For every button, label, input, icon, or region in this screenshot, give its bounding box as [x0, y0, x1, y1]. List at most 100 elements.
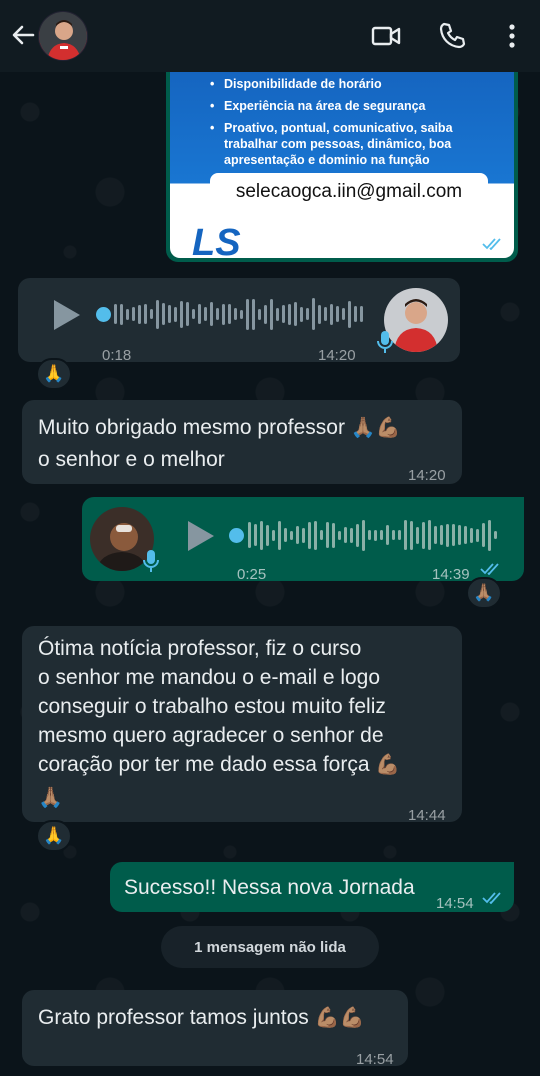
- waveform-bar: [342, 308, 345, 320]
- audio-progress-handle[interactable]: [96, 307, 111, 322]
- read-ticks-icon: [482, 892, 501, 904]
- waveform-bar: [180, 300, 183, 328]
- waveform-bar: [126, 308, 129, 320]
- waveform-bar: [114, 304, 117, 324]
- waveform-bar: [120, 303, 123, 325]
- waveform-bar: [320, 530, 323, 540]
- waveform-bar: [360, 306, 363, 322]
- play-icon[interactable]: [54, 300, 80, 330]
- flyer-bullet: Experiência na área de segurança: [210, 98, 460, 114]
- waveform-bar: [198, 304, 201, 324]
- message-incoming: Grato professor tamos juntos 💪🏽💪🏽 14:54: [22, 990, 408, 1068]
- waveform-bar: [324, 307, 327, 321]
- audio-message-incoming: 0:18 14:20: [18, 278, 460, 364]
- waveform-bar: [138, 304, 141, 324]
- waveform-bar: [344, 527, 347, 543]
- job-flyer-image[interactable]: Disponibilidade de horário Experiência n…: [170, 72, 514, 258]
- waveform-bar: [276, 307, 279, 321]
- waveform-bar: [434, 526, 437, 544]
- flyer-email: selecaogca.iin@gmail.com: [210, 173, 488, 211]
- mic-icon: [143, 550, 159, 572]
- image-message[interactable]: Disponibilidade de horário Experiência n…: [166, 72, 518, 262]
- phone-icon[interactable]: [436, 20, 468, 52]
- chat-header: [0, 0, 540, 72]
- audio-waveform[interactable]: [114, 297, 363, 331]
- waveform-bar: [132, 307, 135, 321]
- message-time: 14:39: [432, 566, 470, 583]
- waveform-bar: [204, 307, 207, 321]
- waveform-bar: [458, 525, 461, 545]
- flyer-bullet: Proativo, pontual, comunicativo, saiba t…: [210, 120, 460, 168]
- unread-messages-banner: 1 mensagem não lida: [161, 926, 379, 968]
- waveform-bar: [162, 303, 165, 325]
- waveform-bar: [308, 521, 311, 549]
- contact-avatar[interactable]: [38, 11, 88, 61]
- emoji-text: 🙏🏽💪🏽: [350, 417, 401, 439]
- message-time: 14:20: [318, 347, 356, 364]
- waveform-bar: [350, 527, 353, 543]
- waveform-bar: [290, 530, 293, 540]
- waveform-bar: [260, 520, 263, 550]
- message-text: mesmo quero agradecer o senhor de: [38, 724, 384, 747]
- waveform-bar: [144, 304, 147, 324]
- waveform-bar: [150, 309, 153, 319]
- waveform-bar: [284, 528, 287, 542]
- waveform-bar: [270, 298, 273, 330]
- read-ticks-icon: [480, 563, 499, 575]
- waveform-bar: [482, 523, 485, 547]
- emoji-text: 🙏🏽: [38, 787, 63, 809]
- waveform-bar: [452, 524, 455, 546]
- waveform-bar: [362, 519, 365, 551]
- back-arrow-icon[interactable]: [8, 20, 38, 50]
- waveform-bar: [254, 524, 257, 546]
- waveform-bar: [348, 300, 351, 328]
- flyer-requirements: Disponibilidade de horário Experiência n…: [210, 76, 460, 174]
- flyer-logo: LS: [192, 222, 241, 258]
- waveform-bar: [264, 304, 267, 324]
- waveform-bar: [392, 530, 395, 540]
- waveform-bar: [314, 520, 317, 550]
- message-outgoing: Sucesso!! Nessa nova Jornada 14:54: [110, 862, 514, 912]
- message-time: 14:20: [408, 467, 446, 484]
- message-time: 14:44: [408, 807, 446, 824]
- reaction-badge[interactable]: 🙏🏽: [466, 577, 502, 609]
- message-text: conseguir o trabalho estou muito feliz: [38, 695, 386, 718]
- waveform-bar: [302, 527, 305, 543]
- waveform-bar: [494, 531, 497, 539]
- waveform-bar: [278, 520, 281, 550]
- reaction-badge[interactable]: 🙏: [36, 358, 72, 390]
- waveform-bar: [282, 305, 285, 323]
- waveform-bar: [234, 308, 237, 320]
- message-text: o senhor e o melhor: [38, 448, 225, 471]
- waveform-bar: [410, 520, 413, 550]
- waveform-bar: [294, 302, 297, 326]
- waveform-bar: [440, 525, 443, 545]
- waveform-bar: [380, 530, 383, 540]
- waveform-bar: [318, 304, 321, 324]
- waveform-bar: [228, 304, 231, 324]
- waveform-bar: [416, 526, 419, 544]
- message-incoming: Muito obrigado mesmo professor 🙏🏽💪🏽 o se…: [22, 400, 462, 484]
- reaction-badge[interactable]: 🙏: [36, 820, 72, 852]
- waveform-bar: [312, 298, 315, 330]
- message-time: 14:54: [356, 1051, 394, 1068]
- waveform-bar: [248, 522, 251, 548]
- waveform-bar: [252, 298, 255, 330]
- message-text: Grato professor tamos juntos: [38, 1006, 309, 1029]
- waveform-bar: [368, 530, 371, 540]
- waveform-bar: [240, 309, 243, 319]
- waveform-bar: [186, 302, 189, 326]
- waveform-bar: [336, 306, 339, 322]
- waveform-bar: [210, 302, 213, 326]
- waveform-bar: [332, 522, 335, 548]
- waveform-bar: [354, 306, 357, 322]
- waveform-bar: [306, 308, 309, 320]
- waveform-bar: [326, 522, 329, 548]
- play-icon[interactable]: [188, 521, 214, 551]
- video-call-icon[interactable]: [370, 20, 402, 52]
- read-ticks-icon: [482, 238, 501, 250]
- mic-icon: [377, 331, 393, 353]
- audio-waveform[interactable]: [248, 518, 497, 552]
- audio-progress-handle[interactable]: [229, 528, 244, 543]
- more-vert-icon[interactable]: [496, 20, 528, 52]
